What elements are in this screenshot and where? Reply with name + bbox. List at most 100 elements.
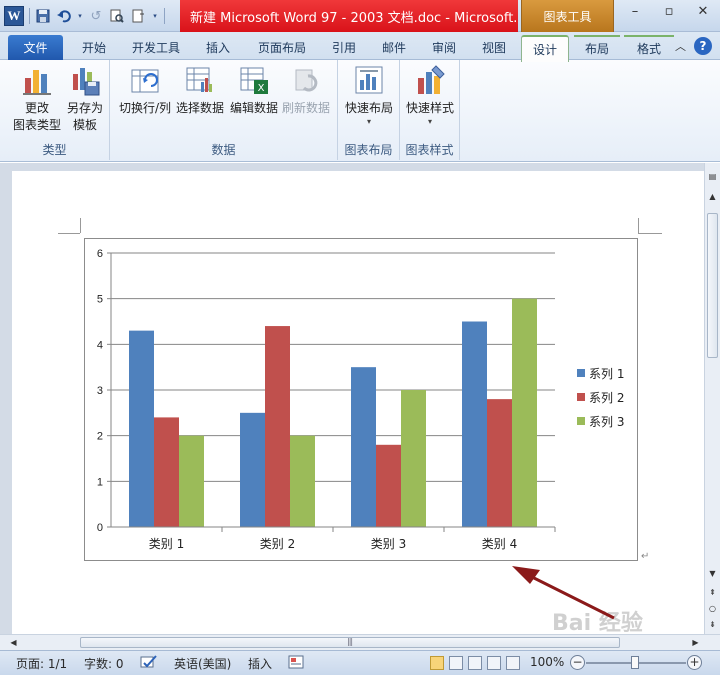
tab-design[interactable]: 设计 [521, 35, 569, 62]
tab-references[interactable]: 引用 [326, 35, 362, 60]
change-chart-type-button[interactable]: 更改 图表类型 [12, 64, 62, 134]
vertical-scroll-thumb[interactable] [707, 213, 718, 358]
bar-3-1 [179, 435, 204, 527]
word-logo-icon[interactable]: W [4, 6, 24, 26]
language-indicator[interactable]: 英语(美国) [174, 655, 231, 672]
select-data-icon [186, 67, 212, 92]
chart-tools-context-label: 图表工具 [521, 0, 614, 32]
page-count[interactable]: 页面: 1/1 [16, 655, 67, 672]
quick-styles-button[interactable]: 快速样式 ▾ [403, 64, 457, 127]
tab-insert[interactable]: 插入 [200, 35, 236, 60]
refresh-data-button[interactable]: 刷新数据 [280, 64, 332, 117]
tab-format[interactable]: 格式 [624, 35, 674, 60]
full-screen-reading-view-icon[interactable] [449, 656, 463, 670]
save-icon[interactable] [35, 8, 51, 24]
bar-2-3 [376, 444, 401, 527]
next-page-icon[interactable]: ⇟ [705, 617, 720, 632]
y-tick-label: 4 [97, 339, 103, 351]
scroll-left-icon[interactable]: ◀ [6, 635, 21, 650]
restore-icon[interactable]: ▫ [652, 0, 686, 22]
group-data: 切换行/列 选择数据 X 编辑数据 刷新数据 数据 [110, 60, 338, 160]
save-as-template-icon [73, 68, 100, 96]
ruler-toggle-icon[interactable]: ▤ [705, 169, 720, 184]
redo-icon[interactable]: ↺ [88, 8, 104, 24]
customize-qat-icon[interactable]: ▾ [151, 8, 159, 24]
y-tick-label: 0 [97, 522, 103, 534]
tab-layout[interactable]: 布局 [574, 35, 620, 60]
tab-page-layout[interactable]: 页面布局 [252, 35, 312, 60]
group-label-type: 类型 [42, 143, 67, 157]
group-label-chart-styles: 图表样式 [405, 143, 454, 157]
change-chart-type-label-2: 图表类型 [12, 118, 61, 132]
title-bar: W ▾ ↺ ▾ 新建 Microsoft Word 97 - 2003 文档.d… [0, 0, 720, 32]
status-bar: 页面: 1/1 字数: 0 英语(美国) 插入 100% − + [0, 650, 720, 675]
word-count[interactable]: 字数: 0 [84, 655, 124, 672]
minimize-icon[interactable]: – [618, 0, 652, 22]
proofing-icon[interactable] [140, 655, 158, 672]
scroll-right-icon[interactable]: ▶ [688, 635, 703, 650]
select-data-button[interactable]: 选择数据 [174, 64, 226, 117]
select-data-label: 选择数据 [175, 101, 224, 115]
bar-1-4 [462, 321, 487, 527]
vertical-scrollbar[interactable]: ▤ ▲ ▼ ⇞ ○ ⇟ [704, 163, 720, 634]
tab-developer[interactable]: 开发工具 [126, 35, 186, 60]
chart-object[interactable]: 0 1 2 3 4 5 6 类别 1 类别 2 类别 3 类别 4 系列 1 系列 2 系列 3 [84, 238, 638, 561]
legend-swatch [577, 369, 585, 377]
web-layout-view-icon[interactable] [468, 656, 482, 670]
tab-home[interactable]: 开始 [76, 35, 112, 60]
window-title: 新建 Microsoft Word 97 - 2003 文档.doc - Mic… [180, 0, 518, 32]
tab-mailings[interactable]: 邮件 [376, 35, 412, 60]
refresh-data-label: 刷新数据 [281, 101, 330, 115]
scroll-down-icon[interactable]: ▼ [705, 566, 720, 581]
select-browse-object-icon[interactable]: ○ [705, 601, 720, 616]
bar-2-2 [265, 326, 290, 527]
zoom-in-icon[interactable]: + [687, 655, 702, 670]
legend-label: 系列 1 [589, 367, 624, 381]
minimize-ribbon-icon[interactable]: ︿ [675, 38, 686, 54]
crop-mark-right-v [638, 218, 639, 233]
undo-dropdown-icon[interactable]: ▾ [77, 8, 83, 24]
tab-view[interactable]: 视图 [476, 35, 512, 60]
qat-separator-2 [164, 8, 165, 24]
quick-layout-dropdown-icon: ▾ [366, 117, 371, 126]
crop-mark-right-h [638, 233, 662, 234]
save-as-template-button[interactable]: 另存为 模板 [62, 64, 108, 134]
edit-data-button[interactable]: X 编辑数据 [228, 64, 280, 117]
zoom-slider-thumb[interactable] [631, 656, 639, 669]
help-icon[interactable]: ? [694, 37, 712, 55]
zoom-out-icon[interactable]: − [570, 655, 585, 670]
macro-recording-icon[interactable] [288, 655, 304, 672]
bar-2-1 [154, 417, 179, 527]
legend-swatch [577, 393, 585, 401]
ribbon: 更改 图表类型 另存为 模板 类型 切换行/列 选择数据 X 编辑数据 刷新数据… [0, 60, 720, 162]
change-chart-type-icon [23, 70, 51, 95]
ribbon-tabs: 文件 开始 开发工具 插入 页面布局 引用 邮件 审阅 视图 设计 布局 格式 … [0, 32, 720, 62]
new-document-icon[interactable] [130, 8, 146, 24]
legend-label: 系列 3 [589, 415, 624, 429]
previous-page-icon[interactable]: ⇞ [705, 585, 720, 600]
zoom-level[interactable]: 100% [530, 655, 564, 669]
clustered-column-chart[interactable]: 0 1 2 3 4 5 6 类别 1 类别 2 类别 3 类别 4 系列 1 系列 2 系列 3 [85, 239, 637, 560]
insert-mode[interactable]: 插入 [248, 655, 272, 672]
svg-text:X: X [258, 83, 265, 94]
help-area: ︿ ? [675, 37, 712, 55]
tab-file[interactable]: 文件 [8, 35, 63, 60]
y-tick-label: 1 [97, 476, 103, 488]
close-icon[interactable]: ✕ [686, 0, 720, 22]
quick-styles-dropdown-icon: ▾ [427, 117, 432, 126]
group-label-data: 数据 [211, 143, 236, 157]
scroll-up-icon[interactable]: ▲ [705, 189, 720, 204]
undo-icon[interactable] [56, 8, 72, 24]
switch-row-column-icon [131, 69, 159, 93]
change-chart-type-label-1: 更改 [24, 101, 49, 115]
print-preview-icon[interactable] [109, 8, 125, 24]
print-layout-view-icon[interactable] [430, 656, 444, 670]
switch-row-column-button[interactable]: 切换行/列 [116, 64, 174, 117]
draft-view-icon[interactable] [506, 656, 520, 670]
tab-review[interactable]: 审阅 [426, 35, 462, 60]
legend-label: 系列 2 [589, 391, 624, 405]
bar-1-2 [240, 412, 265, 527]
quick-layout-button[interactable]: 快速布局 ▾ [342, 64, 396, 127]
group-label-chart-layouts: 图表布局 [344, 143, 393, 157]
outline-view-icon[interactable] [487, 656, 501, 670]
